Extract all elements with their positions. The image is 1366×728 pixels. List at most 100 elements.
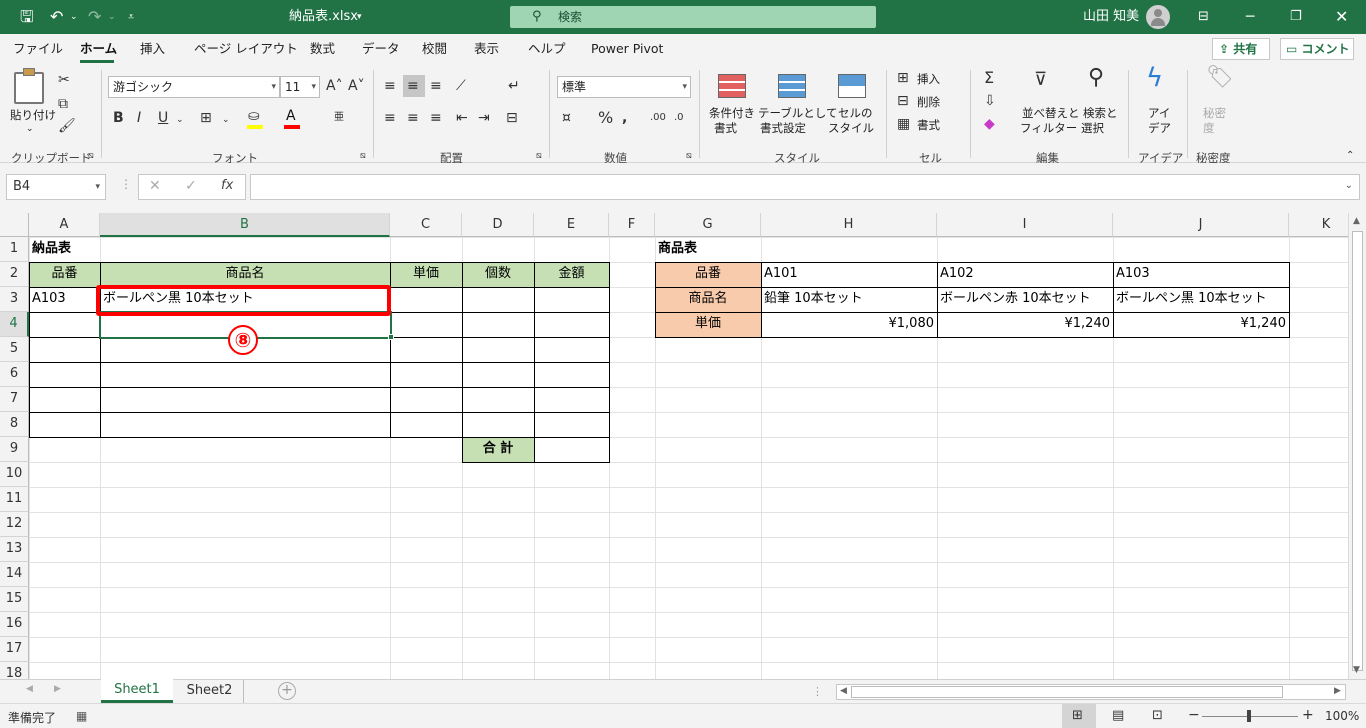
bold-button[interactable]: B [113,110,124,126]
avatar[interactable] [1146,5,1170,29]
undo-dropdown-icon[interactable]: ⌄ [70,0,78,34]
ideas-label-2[interactable]: デア [1148,121,1171,135]
insert-cells-icon[interactable]: ⊞ [897,70,909,86]
tab-splitter-icon[interactable]: ⋮ [812,685,823,698]
phonetic-icon[interactable]: 亜 [334,110,344,126]
formula-input[interactable]: ⌄ [250,174,1360,200]
decrease-font-icon[interactable]: A˅ [348,78,365,94]
cell-a3[interactable]: A103 [32,287,97,312]
italic-button[interactable]: I [137,110,141,126]
page-layout-view-icon[interactable]: ▤ [1112,708,1124,723]
next-sheet-icon[interactable]: ▶ [54,684,61,694]
product-name[interactable]: ボールペン黒 10本セット [1116,287,1290,312]
paste-dropdown-icon[interactable]: ⌄ [26,122,34,136]
orientation-icon[interactable]: ⟋ [456,78,466,94]
zoom-level[interactable]: 100% [1325,709,1359,723]
worksheet-grid[interactable]: A B C D E F G H I J K 1 2 3 4 5 6 7 8 9 10 11 12 13 14 15 16 17 18 納品… [0,213,1348,679]
file-name-dropdown-icon[interactable]: ▾ [357,0,362,34]
sort-filter-label-1[interactable]: 並べ替えと [1022,106,1080,120]
zoom-slider-thumb[interactable] [1247,710,1251,722]
cell-e2[interactable]: 金額 [537,262,606,287]
clipboard-launcher-icon[interactable]: ⧅ [88,148,94,164]
user-name[interactable]: 山田 知美 [1083,0,1139,34]
column-header-b[interactable]: B [100,213,390,237]
tab-help[interactable]: ヘルプ [528,34,566,64]
autosum-icon[interactable]: Σ [984,70,994,86]
product-price[interactable]: ¥1,240 [940,312,1111,337]
format-cells-label[interactable]: 書式 [917,118,940,132]
row-header-6[interactable]: 6 [0,362,29,387]
horizontal-scrollbar[interactable]: ◀ ▶ [836,684,1346,700]
align-center-icon[interactable]: ≡ [407,110,419,126]
product-price[interactable]: ¥1,080 [764,312,935,337]
tab-review[interactable]: 校閲 [422,34,447,64]
column-header-e[interactable]: E [534,213,609,237]
cell-d2[interactable]: 個数 [465,262,531,287]
ideas-label-1[interactable]: アイ [1148,106,1170,120]
macro-record-icon[interactable]: ▦ [76,709,87,723]
clear-icon[interactable]: ◆ [984,116,995,132]
delete-cells-icon[interactable]: ⊟ [897,93,909,109]
font-color-icon[interactable]: A [286,108,296,124]
row-header-11[interactable]: 11 [0,487,29,512]
horizontal-scroll-thumb[interactable] [851,686,1283,698]
undo-icon[interactable]: ↶ [50,0,63,34]
format-cells-icon[interactable]: ▦ [897,116,910,132]
scroll-left-icon[interactable]: ◀ [840,686,847,696]
row-header-16[interactable]: 16 [0,612,29,637]
scroll-down-icon[interactable]: ▼ [1353,665,1360,675]
product-name[interactable]: 鉛筆 10本セット [764,287,938,312]
product-label[interactable]: 単価 [658,312,758,337]
product-code[interactable]: A102 [940,262,1110,287]
tab-data[interactable]: データ [362,34,400,64]
paste-icon[interactable] [14,68,44,104]
column-header-h[interactable]: H [761,213,937,237]
row-header-4[interactable]: 4 [0,312,29,337]
product-label[interactable]: 品番 [658,262,758,287]
row-header-10[interactable]: 10 [0,462,29,487]
currency-icon[interactable]: ¤ [562,110,571,126]
file-name[interactable]: 納品表.xlsx [289,0,358,34]
product-code[interactable]: A103 [1116,262,1286,287]
vertical-scroll-thumb[interactable] [1352,231,1363,671]
vertical-scrollbar[interactable]: ▲ ▼ [1348,213,1366,679]
sort-filter-icon[interactable]: ⊽ [1034,71,1047,89]
cell-b2[interactable]: 商品名 [103,262,387,287]
product-name[interactable]: ボールペン赤 10本セット [940,287,1114,312]
number-launcher-icon[interactable]: ⧅ [686,148,692,164]
row-header-15[interactable]: 15 [0,587,29,612]
percent-icon[interactable]: % [598,110,613,126]
row-header-9[interactable]: 9 [0,437,29,462]
fill-icon[interactable]: ⇩ [984,93,996,109]
format-as-table-label-1[interactable]: テーブルとして [758,106,837,120]
column-header-j[interactable]: J [1113,213,1289,237]
format-as-table-label-2[interactable]: 書式設定 [760,121,806,135]
row-header-13[interactable]: 13 [0,537,29,562]
border-dropdown-icon[interactable]: ⌄ [222,112,230,128]
column-header-k[interactable]: K [1289,213,1348,237]
align-top-icon[interactable]: ≡ [384,78,396,94]
product-code[interactable]: A101 [764,262,934,287]
customize-toolbar-icon[interactable]: ⩡ [128,0,134,34]
minimize-icon[interactable]: ─ [1246,0,1254,34]
increase-indent-icon[interactable]: ⇥ [478,110,490,126]
column-header-c[interactable]: C [390,213,462,237]
insert-cells-label[interactable]: 挿入 [917,72,940,86]
zoom-in-icon[interactable]: + [1302,707,1314,723]
column-header-a[interactable]: A [29,213,100,237]
sheet-tab[interactable]: Sheet2 [176,680,244,703]
find-select-icon[interactable]: ⚲ [1088,67,1104,89]
ideas-icon[interactable]: ϟ [1146,65,1163,91]
align-right-icon[interactable]: ≡ [430,110,442,126]
increase-decimal-icon[interactable]: .00 [650,110,666,126]
tab-view[interactable]: 表示 [474,34,499,64]
redo-icon[interactable]: ↷ [88,0,101,34]
cell-styles-label-2[interactable]: スタイル [828,121,874,135]
column-header-i[interactable]: I [937,213,1113,237]
normal-view-icon[interactable]: ⊞ [1072,708,1083,723]
tab-page-layout[interactable]: ページ レイアウト [194,34,298,64]
add-sheet-icon[interactable]: + [278,682,296,700]
conditional-format-label-1[interactable]: 条件付き [709,106,755,120]
row-header-7[interactable]: 7 [0,387,29,412]
sort-filter-label-2[interactable]: フィルター [1020,121,1077,135]
